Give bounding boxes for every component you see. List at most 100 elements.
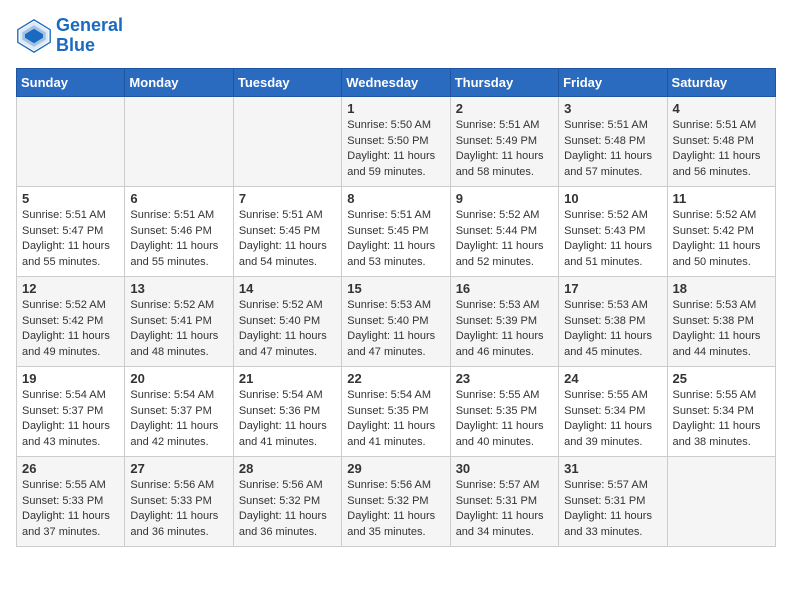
calendar-cell: 25 Sunrise: 5:55 AM Sunset: 5:34 PM Dayl… [667,366,775,456]
day-info: Sunrise: 5:52 AM Sunset: 5:40 PM Dayligh… [239,298,336,362]
page-header: General Blue [16,16,776,56]
calendar-cell: 24 Sunrise: 5:55 AM Sunset: 5:34 PM Dayl… [559,366,667,456]
calendar-cell [17,96,125,186]
calendar-cell [125,96,233,186]
day-number: 14 [239,281,336,296]
calendar-cell: 28 Sunrise: 5:56 AM Sunset: 5:32 PM Dayl… [233,456,341,546]
day-info: Sunrise: 5:57 AM Sunset: 5:31 PM Dayligh… [564,478,661,542]
day-info: Sunrise: 5:51 AM Sunset: 5:45 PM Dayligh… [347,208,444,272]
day-number: 20 [130,371,227,386]
calendar-cell: 29 Sunrise: 5:56 AM Sunset: 5:32 PM Dayl… [342,456,450,546]
day-number: 8 [347,191,444,206]
day-info: Sunrise: 5:55 AM Sunset: 5:34 PM Dayligh… [564,388,661,452]
day-number: 26 [22,461,119,476]
calendar-cell: 18 Sunrise: 5:53 AM Sunset: 5:38 PM Dayl… [667,276,775,366]
day-number: 7 [239,191,336,206]
day-info: Sunrise: 5:56 AM Sunset: 5:32 PM Dayligh… [347,478,444,542]
logo-icon [16,18,52,54]
day-number: 12 [22,281,119,296]
day-number: 17 [564,281,661,296]
calendar-cell: 14 Sunrise: 5:52 AM Sunset: 5:40 PM Dayl… [233,276,341,366]
calendar-cell [233,96,341,186]
col-header-tuesday: Tuesday [233,68,341,96]
day-number: 27 [130,461,227,476]
day-info: Sunrise: 5:52 AM Sunset: 5:41 PM Dayligh… [130,298,227,362]
day-info: Sunrise: 5:52 AM Sunset: 5:44 PM Dayligh… [456,208,553,272]
day-info: Sunrise: 5:53 AM Sunset: 5:38 PM Dayligh… [673,298,770,362]
day-info: Sunrise: 5:52 AM Sunset: 5:42 PM Dayligh… [673,208,770,272]
calendar-cell: 10 Sunrise: 5:52 AM Sunset: 5:43 PM Dayl… [559,186,667,276]
day-number: 25 [673,371,770,386]
day-info: Sunrise: 5:57 AM Sunset: 5:31 PM Dayligh… [456,478,553,542]
calendar-cell: 17 Sunrise: 5:53 AM Sunset: 5:38 PM Dayl… [559,276,667,366]
day-number: 31 [564,461,661,476]
calendar-cell: 13 Sunrise: 5:52 AM Sunset: 5:41 PM Dayl… [125,276,233,366]
day-number: 16 [456,281,553,296]
day-info: Sunrise: 5:53 AM Sunset: 5:38 PM Dayligh… [564,298,661,362]
day-info: Sunrise: 5:51 AM Sunset: 5:45 PM Dayligh… [239,208,336,272]
calendar-cell: 8 Sunrise: 5:51 AM Sunset: 5:45 PM Dayli… [342,186,450,276]
col-header-saturday: Saturday [667,68,775,96]
calendar-cell: 6 Sunrise: 5:51 AM Sunset: 5:46 PM Dayli… [125,186,233,276]
day-info: Sunrise: 5:53 AM Sunset: 5:40 PM Dayligh… [347,298,444,362]
day-number: 19 [22,371,119,386]
calendar-cell: 4 Sunrise: 5:51 AM Sunset: 5:48 PM Dayli… [667,96,775,186]
logo-text: General Blue [56,16,123,56]
day-info: Sunrise: 5:55 AM Sunset: 5:33 PM Dayligh… [22,478,119,542]
calendar-cell: 27 Sunrise: 5:56 AM Sunset: 5:33 PM Dayl… [125,456,233,546]
day-number: 1 [347,101,444,116]
day-info: Sunrise: 5:52 AM Sunset: 5:42 PM Dayligh… [22,298,119,362]
day-number: 5 [22,191,119,206]
calendar-cell [667,456,775,546]
col-header-thursday: Thursday [450,68,558,96]
day-info: Sunrise: 5:51 AM Sunset: 5:46 PM Dayligh… [130,208,227,272]
day-number: 13 [130,281,227,296]
calendar-cell: 7 Sunrise: 5:51 AM Sunset: 5:45 PM Dayli… [233,186,341,276]
day-number: 23 [456,371,553,386]
day-number: 21 [239,371,336,386]
calendar-cell: 5 Sunrise: 5:51 AM Sunset: 5:47 PM Dayli… [17,186,125,276]
day-info: Sunrise: 5:50 AM Sunset: 5:50 PM Dayligh… [347,118,444,182]
calendar-cell: 16 Sunrise: 5:53 AM Sunset: 5:39 PM Dayl… [450,276,558,366]
day-info: Sunrise: 5:55 AM Sunset: 5:34 PM Dayligh… [673,388,770,452]
day-info: Sunrise: 5:52 AM Sunset: 5:43 PM Dayligh… [564,208,661,272]
day-number: 24 [564,371,661,386]
week-row-4: 19 Sunrise: 5:54 AM Sunset: 5:37 PM Dayl… [17,366,776,456]
day-number: 3 [564,101,661,116]
day-number: 11 [673,191,770,206]
day-info: Sunrise: 5:54 AM Sunset: 5:37 PM Dayligh… [22,388,119,452]
calendar-cell: 23 Sunrise: 5:55 AM Sunset: 5:35 PM Dayl… [450,366,558,456]
calendar-cell: 11 Sunrise: 5:52 AM Sunset: 5:42 PM Dayl… [667,186,775,276]
calendar-cell: 22 Sunrise: 5:54 AM Sunset: 5:35 PM Dayl… [342,366,450,456]
calendar-cell: 3 Sunrise: 5:51 AM Sunset: 5:48 PM Dayli… [559,96,667,186]
col-header-friday: Friday [559,68,667,96]
calendar-cell: 26 Sunrise: 5:55 AM Sunset: 5:33 PM Dayl… [17,456,125,546]
day-info: Sunrise: 5:54 AM Sunset: 5:35 PM Dayligh… [347,388,444,452]
day-info: Sunrise: 5:56 AM Sunset: 5:32 PM Dayligh… [239,478,336,542]
calendar-table: SundayMondayTuesdayWednesdayThursdayFrid… [16,68,776,547]
logo: General Blue [16,16,123,56]
week-row-3: 12 Sunrise: 5:52 AM Sunset: 5:42 PM Dayl… [17,276,776,366]
day-number: 18 [673,281,770,296]
day-info: Sunrise: 5:51 AM Sunset: 5:47 PM Dayligh… [22,208,119,272]
calendar-header-row: SundayMondayTuesdayWednesdayThursdayFrid… [17,68,776,96]
day-info: Sunrise: 5:53 AM Sunset: 5:39 PM Dayligh… [456,298,553,362]
day-number: 22 [347,371,444,386]
calendar-cell: 12 Sunrise: 5:52 AM Sunset: 5:42 PM Dayl… [17,276,125,366]
day-number: 29 [347,461,444,476]
day-number: 10 [564,191,661,206]
day-info: Sunrise: 5:54 AM Sunset: 5:37 PM Dayligh… [130,388,227,452]
calendar-cell: 1 Sunrise: 5:50 AM Sunset: 5:50 PM Dayli… [342,96,450,186]
day-info: Sunrise: 5:54 AM Sunset: 5:36 PM Dayligh… [239,388,336,452]
day-info: Sunrise: 5:51 AM Sunset: 5:48 PM Dayligh… [673,118,770,182]
week-row-5: 26 Sunrise: 5:55 AM Sunset: 5:33 PM Dayl… [17,456,776,546]
calendar-cell: 19 Sunrise: 5:54 AM Sunset: 5:37 PM Dayl… [17,366,125,456]
day-info: Sunrise: 5:51 AM Sunset: 5:49 PM Dayligh… [456,118,553,182]
day-number: 9 [456,191,553,206]
day-number: 15 [347,281,444,296]
day-info: Sunrise: 5:51 AM Sunset: 5:48 PM Dayligh… [564,118,661,182]
day-number: 4 [673,101,770,116]
day-info: Sunrise: 5:56 AM Sunset: 5:33 PM Dayligh… [130,478,227,542]
calendar-cell: 9 Sunrise: 5:52 AM Sunset: 5:44 PM Dayli… [450,186,558,276]
calendar-cell: 15 Sunrise: 5:53 AM Sunset: 5:40 PM Dayl… [342,276,450,366]
